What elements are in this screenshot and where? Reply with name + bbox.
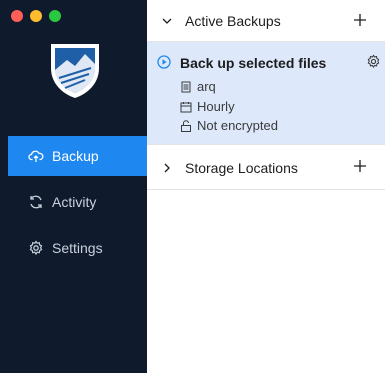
sidebar-item-label: Backup [52,148,99,164]
unlock-icon [181,119,191,132]
schedule-row: Hourly [180,99,235,114]
main-panel: Active Backups Back up selected files ar… [147,0,385,373]
arq-shield-logo [51,44,99,98]
sidebar: Backup Activity Settings [0,0,147,373]
storage-locations-header[interactable]: Storage Locations [147,146,385,190]
close-window-button[interactable] [11,10,23,22]
minimize-window-button[interactable] [30,10,42,22]
backup-plan-name: Back up selected files [180,55,327,71]
window-controls [11,10,61,22]
schedule-label: Hourly [197,99,235,114]
backup-cloud-icon [28,150,44,162]
destination-label: arq [197,79,216,94]
encryption-row: Not encrypted [180,118,278,133]
gear-icon [29,240,43,256]
chevron-down-icon[interactable] [161,15,173,27]
play-circle-icon[interactable] [157,55,171,69]
refresh-icon [30,195,42,209]
sidebar-item-backup[interactable]: Backup [8,136,147,176]
destination-row: arq [180,79,216,94]
zoom-window-button[interactable] [49,10,61,22]
plan-settings-gear-icon[interactable] [366,54,381,69]
sidebar-item-label: Activity [52,194,97,210]
section-title: Storage Locations [185,159,298,176]
backup-plan-item[interactable]: Back up selected files arq Hourly Not en… [147,42,385,145]
section-title: Active Backups [185,12,281,29]
storage-drive-icon [181,81,191,92]
chevron-right-icon[interactable] [161,162,173,174]
calendar-icon [180,101,192,112]
active-backups-header[interactable]: Active Backups [147,0,385,42]
encryption-label: Not encrypted [197,118,278,133]
sidebar-item-settings[interactable]: Settings [8,228,147,268]
add-backup-plan-button[interactable] [351,11,369,29]
sidebar-item-activity[interactable]: Activity [8,182,147,222]
sidebar-item-label: Settings [52,240,103,256]
add-storage-location-button[interactable] [351,157,369,175]
